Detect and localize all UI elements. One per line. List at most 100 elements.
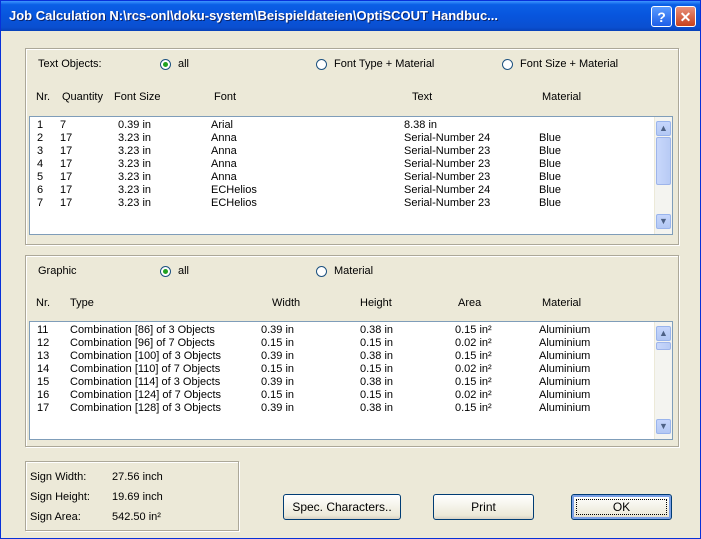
graphic-row[interactable]: 12 Combination [96] of 7 Objects 0.15 in… [30,337,655,350]
cell-width: 0.15 in [261,389,295,401]
cell-material: Blue [539,132,562,144]
cell-nr: 2 [37,132,44,144]
graphic-row[interactable]: 16 Combination [124] of 7 Objects 0.15 i… [30,389,655,402]
cell-area: 0.15 in² [455,324,492,336]
cell-material: Blue [539,184,562,196]
job-calculation-window: Job Calculation N:\rcs-onl\doku-system\B… [0,0,701,539]
radio-font-type-material-label[interactable]: Font Type + Material [334,58,434,70]
arrow-down-icon[interactable]: ▼ [656,214,671,229]
text-row[interactable]: 2 17 3.23 in Anna Serial-Number 24 Blue [30,132,655,145]
graphic-row[interactable]: 15 Combination [114] of 3 Objects 0.39 i… [30,376,655,389]
sign-height-value: 19.69 inch [112,491,163,503]
radio-font-type-material[interactable] [316,59,327,70]
scroll-thumb[interactable] [656,137,671,185]
col-nr: Nr. [36,297,51,309]
col-material: Material [542,297,582,309]
arrow-up-icon[interactable]: ▲ [656,326,671,341]
cell-height: 0.15 in [360,337,394,349]
ok-button[interactable]: OK [571,494,672,520]
cell-material: Blue [539,171,562,183]
cell-type: Combination [114] of 3 Objects [70,376,221,388]
col-quantity: Quantity [62,91,103,103]
cell-nr: 4 [37,158,44,170]
cell-area: 0.02 in² [455,363,492,375]
cell-font: Anna [211,171,237,183]
cell-material: Aluminium [539,337,591,349]
cell-area: 0.15 in² [455,402,492,414]
col-width: Width [272,297,301,309]
cell-height: 0.15 in [360,389,394,401]
cell-quantity: 17 [60,184,73,196]
cell-nr: 3 [37,145,44,157]
cell-width: 0.15 in [261,363,295,375]
window-title: Job Calculation N:\rcs-onl\doku-system\B… [9,8,499,23]
text-row[interactable]: 5 17 3.23 in Anna Serial-Number 23 Blue [30,171,655,184]
radio-font-size-material-label[interactable]: Font Size + Material [520,58,618,70]
graphic-row[interactable]: 11 Combination [86] of 3 Objects 0.39 in… [30,324,655,337]
radio-graphic-all-label[interactable]: all [178,265,189,277]
text-list-scrollbar[interactable]: ▲ ▼ [654,117,672,234]
graphic-panel: Graphic all Material Nr. Type Width Heig… [25,255,679,447]
radio-font-size-material[interactable] [502,59,513,70]
col-font: Font [214,91,237,103]
arrow-down-icon[interactable]: ▼ [656,419,671,434]
cell-quantity: 7 [60,119,67,131]
radio-graphic-material[interactable] [316,266,327,277]
print-button[interactable]: Print [433,494,534,520]
cell-area: 0.02 in² [455,337,492,349]
sign-width-label: Sign Width: [30,471,87,483]
cell-font: Anna [211,145,237,157]
col-material: Material [542,91,582,103]
graphic-row[interactable]: 14 Combination [110] of 7 Objects 0.15 i… [30,363,655,376]
spec-characters-button[interactable]: Spec. Characters.. [283,494,401,520]
text-row[interactable]: 1 7 0.39 in Arial 8.38 in [30,119,655,132]
text-row[interactable]: 4 17 3.23 in Anna Serial-Number 23 Blue [30,158,655,171]
close-button[interactable]: ✕ [675,6,696,27]
graphic-row[interactable]: 17 Combination [128] of 3 Objects 0.39 i… [30,402,655,415]
cell-nr: 11 [37,324,49,336]
graphic-list-scrollbar[interactable]: ▲ ▼ [654,322,672,439]
cell-quantity: 17 [60,158,73,170]
text-row[interactable]: 3 17 3.23 in Anna Serial-Number 23 Blue [30,145,655,158]
cell-material: Aluminium [539,389,591,401]
radio-graphic-material-label[interactable]: Material [334,265,373,277]
title-bar[interactable]: Job Calculation N:\rcs-onl\doku-system\B… [1,1,700,31]
col-font-size: Font Size [114,91,161,103]
cell-font: Arial [211,119,234,131]
cell-width: 0.39 in [261,402,295,414]
sign-area-value: 542.50 in² [112,511,161,523]
cell-quantity: 17 [60,145,73,157]
help-button[interactable]: ? [651,6,672,27]
cell-material: Blue [539,158,562,170]
cell-text: 8.38 in [404,119,438,131]
text-row[interactable]: 6 17 3.23 in ECHelios Serial-Number 24 B… [30,184,655,197]
arrow-up-icon[interactable]: ▲ [656,121,671,136]
cell-type: Combination [110] of 7 Objects [70,363,221,375]
cell-text: Serial-Number 23 [404,171,491,183]
print-button-label: Print [471,500,496,514]
radio-text-all-label[interactable]: all [178,58,189,70]
cell-width: 0.39 in [261,350,295,362]
cell-area: 0.02 in² [455,389,492,401]
text-row[interactable]: 7 17 3.23 in ECHelios Serial-Number 23 B… [30,197,655,210]
cell-text: Serial-Number 23 [404,158,491,170]
cell-nr: 12 [37,337,50,349]
cell-type: Combination [124] of 7 Objects [70,389,222,401]
spec-characters-button-label: Spec. Characters.. [292,500,392,514]
cell-height: 0.15 in [360,363,394,375]
radio-text-all[interactable] [160,59,171,70]
cell-font-size: 3.23 in [118,171,152,183]
cell-nr: 6 [37,184,44,196]
cell-type: Combination [96] of 7 Objects [70,337,215,349]
cell-area: 0.15 in² [455,350,492,362]
cell-text: Serial-Number 23 [404,197,491,209]
col-text: Text [412,91,433,103]
graphic-row[interactable]: 13 Combination [100] of 3 Objects 0.39 i… [30,350,655,363]
cell-width: 0.15 in [261,337,295,349]
cell-nr: 14 [37,363,50,375]
cell-nr: 16 [37,389,50,401]
scroll-thumb[interactable] [656,342,671,350]
radio-graphic-all[interactable] [160,266,171,277]
graphic-list[interactable]: 11 Combination [86] of 3 Objects 0.39 in… [29,321,673,440]
text-objects-list[interactable]: 1 7 0.39 in Arial 8.38 in 2 17 3.23 in A… [29,116,673,235]
